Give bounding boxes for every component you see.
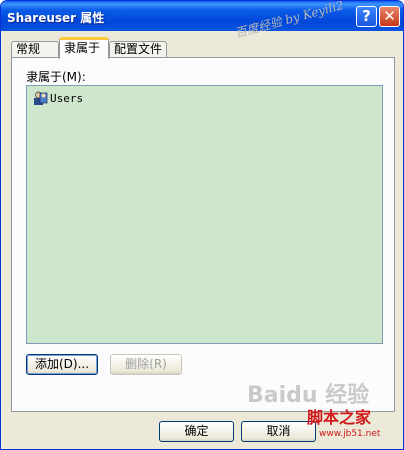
baidu-logo: Baidu 经验 [247, 383, 370, 408]
site-url: www.jb51.net [319, 429, 381, 439]
properties-dialog: Shareuser 属性 ? ✕ 百度经验 by Keyili2 常规 隶属于 … [0, 0, 404, 450]
remove-button[interactable]: 删除(R) [110, 354, 182, 375]
list-item-label: Users [50, 92, 84, 105]
member-of-list[interactable]: Users [26, 85, 383, 344]
tab-panel: 隶属于(M): Users 添加(D)... 删除(R) [11, 57, 395, 412]
site-logo: 脚本之家 [307, 408, 372, 427]
cancel-button[interactable]: 取消 [241, 421, 316, 442]
tab-general[interactable]: 常规 [11, 41, 59, 58]
group-icon [34, 91, 48, 105]
tab-member-of[interactable]: 隶属于 [59, 37, 109, 59]
tab-profile[interactable]: 配置文件 [109, 41, 167, 58]
add-button[interactable]: 添加(D)... [26, 354, 98, 375]
ok-button[interactable]: 确定 [159, 421, 234, 442]
member-of-label: 隶属于(M): [26, 70, 86, 84]
window-title: Shareuser 属性 [7, 11, 105, 25]
